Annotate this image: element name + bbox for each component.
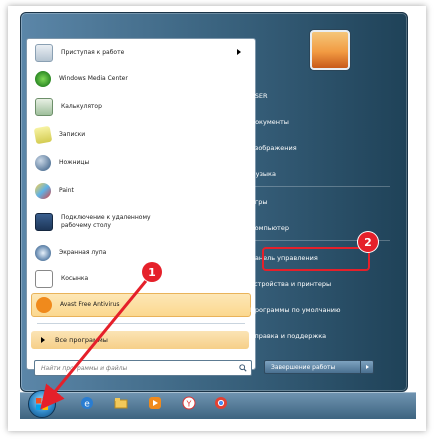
separator — [37, 323, 245, 324]
right-item-devices-printers[interactable]: Устройства и принтеры — [244, 274, 394, 294]
right-item-label: Документы — [250, 118, 289, 126]
right-item-music[interactable]: Музыка — [244, 164, 394, 184]
right-separator — [250, 186, 390, 187]
magnifier-icon — [35, 245, 51, 261]
svg-text:e: e — [84, 400, 90, 410]
right-item-label: Справка и поддержка — [250, 332, 327, 340]
program-paint[interactable]: Paint — [31, 179, 249, 203]
right-item-label: Программы по умолчанию — [250, 306, 341, 314]
yandex-browser-icon[interactable]: Y — [182, 396, 196, 410]
shutdown-button[interactable]: Завершение работы — [264, 360, 374, 374]
chrome-icon[interactable] — [214, 396, 228, 410]
program-calculator[interactable]: Калькулятор — [31, 95, 249, 119]
right-item-label: Компьютер — [250, 224, 289, 232]
media-center-icon — [35, 71, 51, 87]
all-programs-label: Все программы — [55, 336, 108, 344]
svg-text:Y: Y — [186, 400, 192, 409]
right-item-documents[interactable]: Документы — [244, 112, 394, 132]
submenu-arrow-icon — [237, 49, 241, 55]
program-getting-started[interactable]: Приступая к работе — [31, 41, 249, 65]
right-item-label: USER — [250, 92, 268, 100]
annotation-badge-2: 2 — [358, 232, 378, 252]
right-item-label: Игры — [250, 198, 268, 206]
right-item-label: Изображения — [250, 144, 297, 152]
program-label: Записки — [59, 131, 86, 138]
program-magnifier[interactable]: Экранная лупа — [31, 241, 249, 265]
program-label: Avast Free Antivirus — [60, 301, 120, 308]
badge-label: 2 — [364, 235, 372, 249]
search-icon — [239, 364, 247, 372]
control-panel-highlight — [262, 247, 370, 271]
getting-started-icon — [35, 44, 53, 62]
program-label: Косынка — [61, 275, 89, 282]
search-input[interactable]: Найти программы и файлы — [34, 360, 252, 376]
right-item-pictures[interactable]: Изображения — [244, 138, 394, 158]
snipping-tool-icon — [35, 155, 51, 171]
program-solitaire[interactable]: Косынка — [31, 267, 249, 291]
expand-arrow-icon — [41, 337, 45, 343]
media-player-icon[interactable] — [148, 396, 162, 410]
program-media-center[interactable]: Windows Media Center — [31, 67, 249, 91]
right-item-default-programs[interactable]: Программы по умолчанию — [244, 300, 394, 320]
solitaire-icon — [35, 270, 53, 288]
user-avatar[interactable] — [310, 30, 350, 70]
paint-icon — [35, 183, 51, 199]
internet-explorer-icon[interactable]: e — [80, 396, 94, 410]
remote-desktop-icon — [35, 213, 53, 231]
chevron-right-icon — [365, 365, 369, 369]
badge-label: 1 — [148, 265, 156, 279]
explorer-folder-icon[interactable] — [114, 396, 128, 410]
program-remote-desktop[interactable]: Подключение к удаленному рабочему столу — [31, 207, 249, 237]
program-label: Приступая к работе — [61, 49, 125, 56]
program-label: Ножницы — [59, 159, 90, 166]
start-button[interactable] — [28, 390, 56, 418]
windows-logo-icon — [36, 398, 48, 410]
program-sticky-notes[interactable]: Записки — [31, 123, 249, 147]
search-placeholder: Найти программы и файлы — [41, 364, 128, 372]
calculator-icon — [35, 98, 53, 116]
avast-icon — [36, 297, 52, 313]
program-label: Paint — [59, 187, 74, 194]
program-label: Экранная лупа — [59, 249, 107, 256]
program-label: Подключение к удаленному рабочему столу — [61, 214, 151, 229]
right-item-games[interactable]: Игры — [244, 192, 394, 212]
right-item-label: Устройства и принтеры — [250, 280, 332, 288]
left-pane: Приступая к работе Windows Media Center … — [26, 38, 256, 370]
shutdown-label: Завершение работы — [271, 363, 336, 371]
right-item-label: Музыка — [250, 170, 276, 178]
annotation-badge-1: 1 — [142, 262, 162, 282]
sticky-notes-icon — [33, 125, 53, 145]
right-item-user[interactable]: USER — [244, 86, 394, 106]
right-item-help-support[interactable]: Справка и поддержка — [244, 326, 394, 346]
program-avast[interactable]: Avast Free Antivirus — [31, 293, 251, 317]
program-label: Windows Media Center — [59, 75, 128, 82]
program-label: Калькулятор — [61, 103, 102, 110]
shutdown-options-button[interactable] — [360, 361, 373, 373]
program-snipping-tool[interactable]: Ножницы — [31, 151, 249, 175]
all-programs-button[interactable]: Все программы — [31, 331, 249, 349]
